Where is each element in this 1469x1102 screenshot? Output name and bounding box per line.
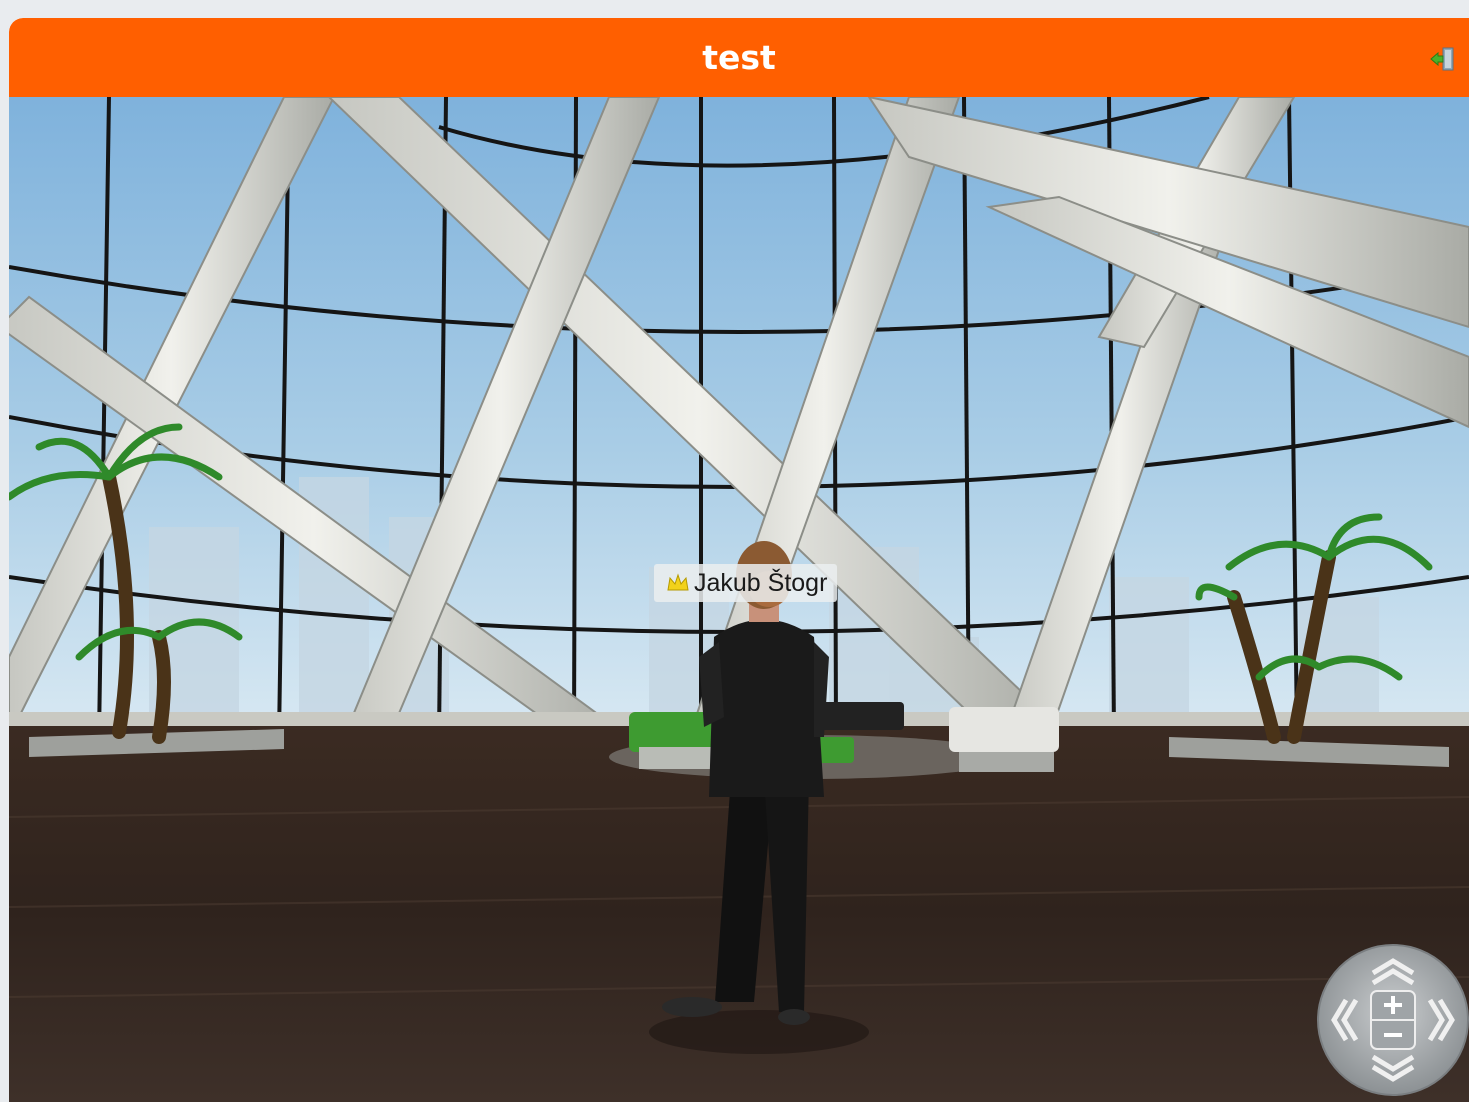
avatar-nametag[interactable]: Jakub Štogr — [654, 564, 838, 602]
3d-scene[interactable]: Jakub Štogr — [9, 97, 1469, 1102]
app-window: test Jakub Štogr — [9, 18, 1469, 1102]
title-bar: test — [9, 18, 1469, 97]
exit-door-icon[interactable] — [1429, 46, 1455, 72]
window-title: test — [702, 38, 776, 77]
crown-icon — [667, 573, 689, 591]
avatar-name: Jakub Štogr — [694, 569, 828, 597]
camera-navigation-control[interactable] — [1316, 943, 1469, 1097]
